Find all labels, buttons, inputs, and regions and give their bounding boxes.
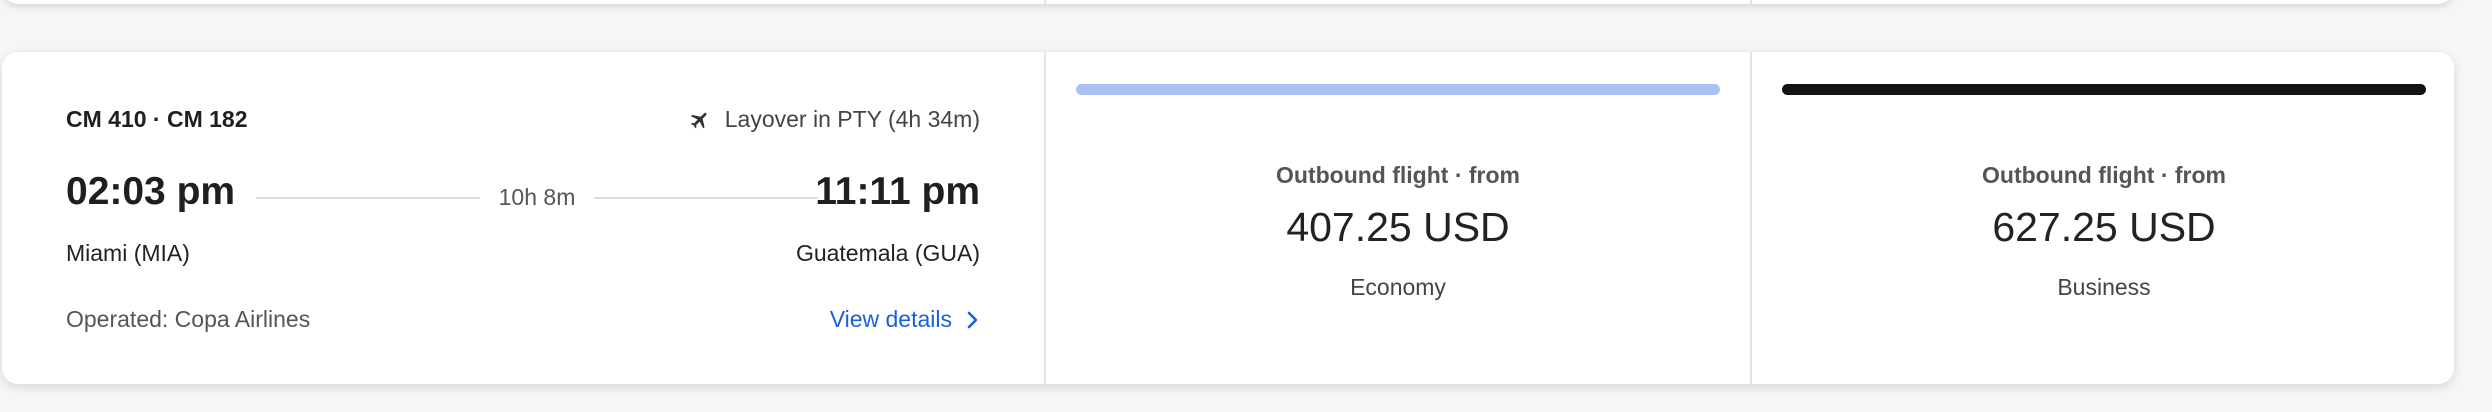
view-details-label: View details [829,306,952,332]
layover-info: Layover in PTY (4h 34m) [689,106,980,133]
airplane-icon [690,112,707,128]
flight-result-card: CM 410 · CM 182 Layover in PTY (4h 34m) … [2,52,2454,384]
fare-accent-bar [1782,84,2426,95]
chevron-right-icon [967,311,978,328]
fare-price: 407.25 USD [1286,204,1510,250]
column-divider [1750,0,1752,4]
business-fare-option[interactable]: Outbound flight · from 627.25 USD Busine… [1752,52,2454,384]
fare-price: 627.25 USD [1992,204,2216,250]
view-details-link[interactable]: View details [830,306,980,333]
fare-accent-bar [1076,84,1720,95]
operated-by: Operated: Copa Airlines [66,306,311,332]
fare-cabin: Economy [1350,274,1446,300]
flight-duration: 10h 8m [498,184,576,210]
timeline-line-right [594,197,818,199]
departure-time: 02:03 pm [66,170,236,213]
timeline-line-left [256,197,480,199]
flight-info: CM 410 · CM 182 Layover in PTY (4h 34m) … [2,52,1044,384]
previous-flight-card [2,0,2454,4]
fare-label: Outbound flight · from [1276,162,1520,188]
flight-numbers: CM 410 · CM 182 [66,106,248,132]
layover-text: Layover in PTY (4h 34m) [724,106,980,132]
arrival-airport: Guatemala (GUA) [795,240,980,266]
column-divider [1044,0,1046,4]
economy-fare-option[interactable]: Outbound flight · from 407.25 USD Econom… [1046,52,1750,384]
departure-airport: Miami (MIA) [66,240,190,266]
arrival-time: 11:11 pm [815,170,980,213]
fare-cabin: Business [2057,274,2151,300]
fare-label: Outbound flight · from [1982,162,2226,188]
